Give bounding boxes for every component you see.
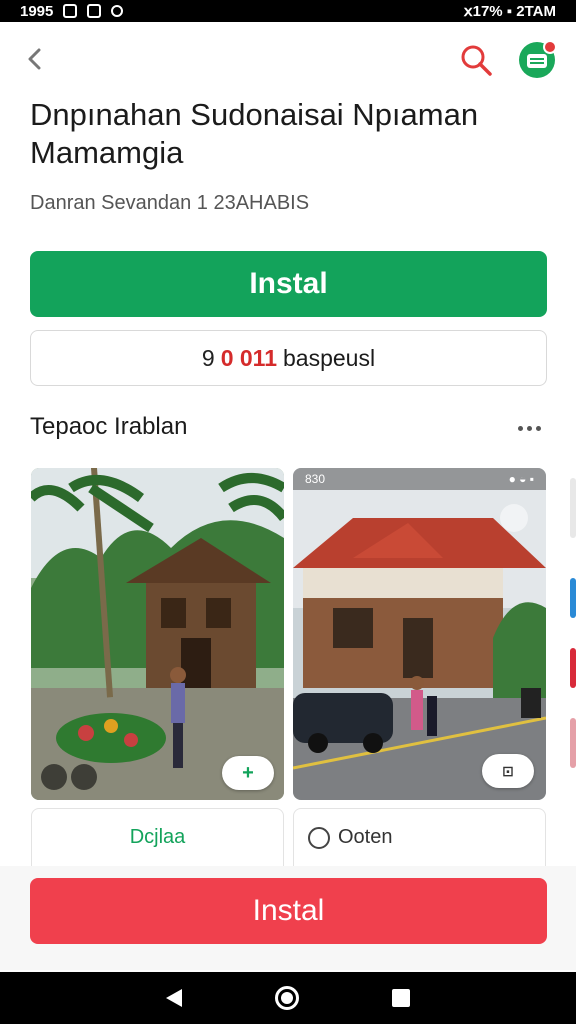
app-subtitle: Danran Sevandan 1 23AHABIS <box>30 192 310 214</box>
card-status-bar: 830 ● ◒ ▪ <box>293 468 546 490</box>
back-triangle-icon[interactable] <box>166 989 183 1007</box>
secondary-button[interactable]: 9 0 011 baspeusl <box>30 330 547 386</box>
notification-badge <box>543 40 557 54</box>
screenshot-card[interactable]: 830 ● ◒ ▪ ⊡ <box>293 468 546 800</box>
secondary-count-red: 0 011 <box>220 344 277 371</box>
status-indicators: 𝗑17% ▪ 2TAM <box>463 3 556 20</box>
status-bar: 1995 𝗑17% ▪ 2TAM <box>0 0 576 22</box>
chevron-left-icon <box>28 48 41 70</box>
section-title: Tepaoc Irablan <box>30 413 188 440</box>
more-dot <box>526 425 532 431</box>
secondary-label: baspeusl <box>283 344 376 371</box>
home-circle-icon[interactable] <box>274 986 299 1010</box>
search-button[interactable] <box>458 42 494 78</box>
card-status-left: 830 <box>305 472 326 486</box>
navigation-bar <box>0 972 576 1024</box>
card-action-button[interactable]: Dcjlaa <box>31 808 284 866</box>
app-icon-glyph <box>527 54 547 68</box>
app-icon[interactable] <box>519 40 557 78</box>
card-status-icons: ● ◒ ▪ <box>508 472 534 486</box>
record-icon <box>111 5 124 17</box>
app-title: Dnpınahan Sudonaisai Npıaman Mamamgia <box>30 97 479 170</box>
more-dot <box>535 425 541 431</box>
next-card-peek <box>566 468 576 800</box>
screenshot-card[interactable]: + <box>31 468 284 800</box>
home-dot <box>280 992 293 1004</box>
open-button[interactable]: Ooten <box>293 808 546 866</box>
pinch-icon <box>41 764 67 790</box>
card-fab-button[interactable]: ⊡ <box>482 754 534 788</box>
install-button[interactable]: Instal <box>30 251 547 317</box>
more-button[interactable] <box>512 418 546 438</box>
card-fab-button[interactable]: + <box>222 756 274 790</box>
notification-icon <box>63 4 78 18</box>
secondary-count: 9 <box>201 344 215 371</box>
back-button[interactable] <box>20 44 50 74</box>
more-dot <box>517 425 523 431</box>
card-overlay-icons <box>41 764 97 790</box>
open-label: Ooten <box>338 826 393 848</box>
info-icon <box>71 764 97 790</box>
search-icon <box>461 45 492 76</box>
open-icon <box>308 826 330 849</box>
village-house-image <box>31 468 284 800</box>
recent-square-icon[interactable] <box>391 989 410 1007</box>
card-overlay-button[interactable] <box>500 504 528 532</box>
image-notification-icon <box>87 4 102 18</box>
status-time: 1995 <box>20 2 54 20</box>
bottom-install-button[interactable]: Instal <box>30 878 547 944</box>
status-right: 𝗑17% ▪ 2TAM <box>464 2 556 20</box>
status-left: 1995 <box>20 2 124 20</box>
